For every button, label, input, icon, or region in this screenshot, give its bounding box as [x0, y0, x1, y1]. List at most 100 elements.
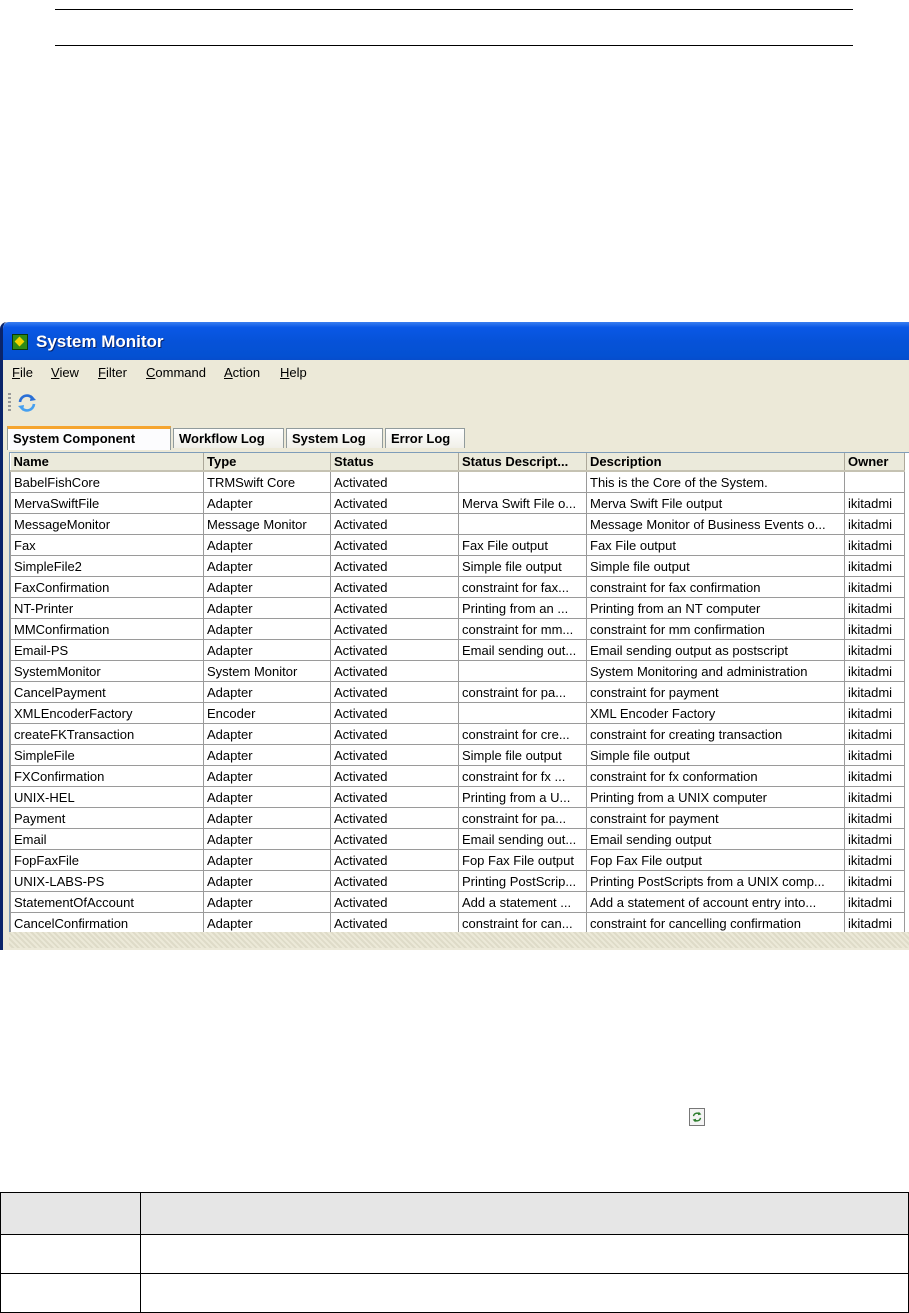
cell-status[interactable]: Activated	[330, 891, 459, 913]
cell-status-description[interactable]: Simple file output	[458, 555, 587, 577]
tab-system-log[interactable]: System Log	[286, 428, 383, 448]
cell-description[interactable]: Fax File output	[586, 534, 845, 556]
toolbar-grip[interactable]	[8, 393, 11, 413]
cell-description[interactable]: constraint for payment	[586, 807, 845, 829]
cell-name[interactable]: MervaSwiftFile	[10, 492, 204, 514]
cell-status[interactable]: Activated	[330, 576, 459, 598]
cell-name[interactable]: FXConfirmation	[10, 765, 204, 787]
cell-owner[interactable]: ikitadmi	[844, 891, 905, 913]
cell-name[interactable]: MMConfirmation	[10, 618, 204, 640]
cell-name[interactable]: NT-Printer	[10, 597, 204, 619]
cell-status-description[interactable]	[458, 702, 587, 724]
cell-name[interactable]: Email-PS	[10, 639, 204, 661]
cell-status[interactable]: Activated	[330, 492, 459, 514]
menu-view[interactable]: View	[51, 365, 79, 380]
cell-owner[interactable]: ikitadmi	[844, 723, 905, 745]
cell-type[interactable]: TRMSwift Core	[203, 470, 331, 493]
cell-name[interactable]: CancelPayment	[10, 681, 204, 703]
table-row[interactable]: CancelConfirmation Adapter Activated constr…	[10, 912, 905, 933]
table-row[interactable]: Email-PS Adapter Activated Email sending ou…	[10, 639, 905, 661]
menu-command[interactable]: Command	[146, 365, 206, 380]
cell-status-description[interactable]	[458, 513, 587, 535]
column-header-owner[interactable]: Owner	[844, 453, 905, 472]
cell-description[interactable]: Simple file output	[586, 744, 845, 766]
cell-status[interactable]: Activated	[330, 597, 459, 619]
cell-owner[interactable]: ikitadmi	[844, 618, 905, 640]
cell-status[interactable]: Activated	[330, 534, 459, 556]
cell-description[interactable]: XML Encoder Factory	[586, 702, 845, 724]
cell-name[interactable]: SystemMonitor	[10, 660, 204, 682]
table-row[interactable]: createFKTransaction Adapter Activated const…	[10, 723, 905, 745]
table-row[interactable]: StatementOfAccount Adapter Activated Add a …	[10, 891, 905, 913]
column-header-status[interactable]: Status	[330, 453, 459, 472]
cell-owner[interactable]: ikitadmi	[844, 744, 905, 766]
cell-name[interactable]: SimpleFile	[10, 744, 204, 766]
cell-owner[interactable]: ikitadmi	[844, 807, 905, 829]
cell-description[interactable]: Fop Fax File output	[586, 849, 845, 871]
cell-status-description[interactable]: constraint for fax...	[458, 576, 587, 598]
cell-description[interactable]: Simple file output	[586, 555, 845, 577]
cell-owner[interactable]: ikitadmi	[844, 828, 905, 850]
cell-type[interactable]: Message Monitor	[203, 513, 331, 535]
cell-owner[interactable]: ikitadmi	[844, 513, 905, 535]
cell-status[interactable]: Activated	[330, 681, 459, 703]
table-row[interactable]: FXConfirmation Adapter Activated constraint…	[10, 765, 905, 787]
cell-type[interactable]: Adapter	[203, 891, 331, 913]
table-row[interactable]: SystemMonitor System Monitor Activated Syst…	[10, 660, 905, 682]
cell-status-description[interactable]: Fax File output	[458, 534, 587, 556]
cell-status[interactable]: Activated	[330, 723, 459, 745]
cell-status-description[interactable]: constraint for pa...	[458, 681, 587, 703]
cell-status-description[interactable]: constraint for fx ...	[458, 765, 587, 787]
cell-status[interactable]: Activated	[330, 870, 459, 892]
column-header-description[interactable]: Description	[586, 453, 845, 472]
cell-type[interactable]: Adapter	[203, 828, 331, 850]
cell-status-description[interactable]: Printing from an ...	[458, 597, 587, 619]
column-header-type[interactable]: Type	[203, 453, 331, 472]
cell-status-description[interactable]	[458, 470, 587, 493]
cell-owner[interactable]: ikitadmi	[844, 702, 905, 724]
cell-description[interactable]: Email sending output as postscript	[586, 639, 845, 661]
table-row[interactable]: MMConfirmation Adapter Activated constraint…	[10, 618, 905, 640]
menu-action[interactable]: Action	[224, 365, 260, 380]
cell-status-description[interactable]: Add a statement ...	[458, 891, 587, 913]
cell-name[interactable]: UNIX-LABS-PS	[10, 870, 204, 892]
table-row[interactable]: XMLEncoderFactory Encoder Activated XML Enc…	[10, 702, 905, 724]
cell-type[interactable]: Adapter	[203, 912, 331, 933]
menu-filter[interactable]: Filter	[98, 365, 127, 380]
cell-name[interactable]: Payment	[10, 807, 204, 829]
cell-type[interactable]: Adapter	[203, 555, 331, 577]
cell-name[interactable]: SimpleFile2	[10, 555, 204, 577]
cell-status-description[interactable]: constraint for mm...	[458, 618, 587, 640]
cell-status-description[interactable]: Email sending out...	[458, 639, 587, 661]
cell-type[interactable]: Adapter	[203, 492, 331, 514]
tab-workflow-log[interactable]: Workflow Log	[173, 428, 284, 448]
cell-description[interactable]: constraint for fx conformation	[586, 765, 845, 787]
cell-status[interactable]: Activated	[330, 807, 459, 829]
table-row[interactable]: SimpleFile2 Adapter Activated Simple file o…	[10, 555, 905, 577]
cell-owner[interactable]: ikitadmi	[844, 849, 905, 871]
cell-status[interactable]: Activated	[330, 912, 459, 933]
cell-status-description[interactable]: Fop Fax File output	[458, 849, 587, 871]
table-row[interactable]: Fax Adapter Activated Fax File output Fax Fi…	[10, 534, 905, 556]
cell-status-description[interactable]: Simple file output	[458, 744, 587, 766]
tab-error-log[interactable]: Error Log	[385, 428, 465, 448]
cell-owner[interactable]: ikitadmi	[844, 555, 905, 577]
cell-name[interactable]: UNIX-HEL	[10, 786, 204, 808]
cell-owner[interactable]: ikitadmi	[844, 576, 905, 598]
cell-status[interactable]: Activated	[330, 702, 459, 724]
table-row[interactable]: FopFaxFile Adapter Activated Fop Fax File o…	[10, 849, 905, 871]
table-row[interactable]: SimpleFile Adapter Activated Simple file ou…	[10, 744, 905, 766]
cell-status-description[interactable]: constraint for cre...	[458, 723, 587, 745]
cell-type[interactable]: Adapter	[203, 765, 331, 787]
column-header-status-description[interactable]: Status Descript...	[458, 453, 587, 472]
table-row[interactable]: FaxConfirmation Adapter Activated constrain…	[10, 576, 905, 598]
cell-name[interactable]: StatementOfAccount	[10, 891, 204, 913]
cell-type[interactable]: Adapter	[203, 534, 331, 556]
cell-status-description[interactable]	[458, 660, 587, 682]
cell-owner[interactable]	[844, 470, 905, 493]
cell-description[interactable]: constraint for fax confirmation	[586, 576, 845, 598]
cell-type[interactable]: System Monitor	[203, 660, 331, 682]
cell-owner[interactable]: ikitadmi	[844, 597, 905, 619]
cell-status-description[interactable]: Merva Swift File o...	[458, 492, 587, 514]
table-row[interactable]: UNIX-LABS-PS Adapter Activated Printing Pos…	[10, 870, 905, 892]
